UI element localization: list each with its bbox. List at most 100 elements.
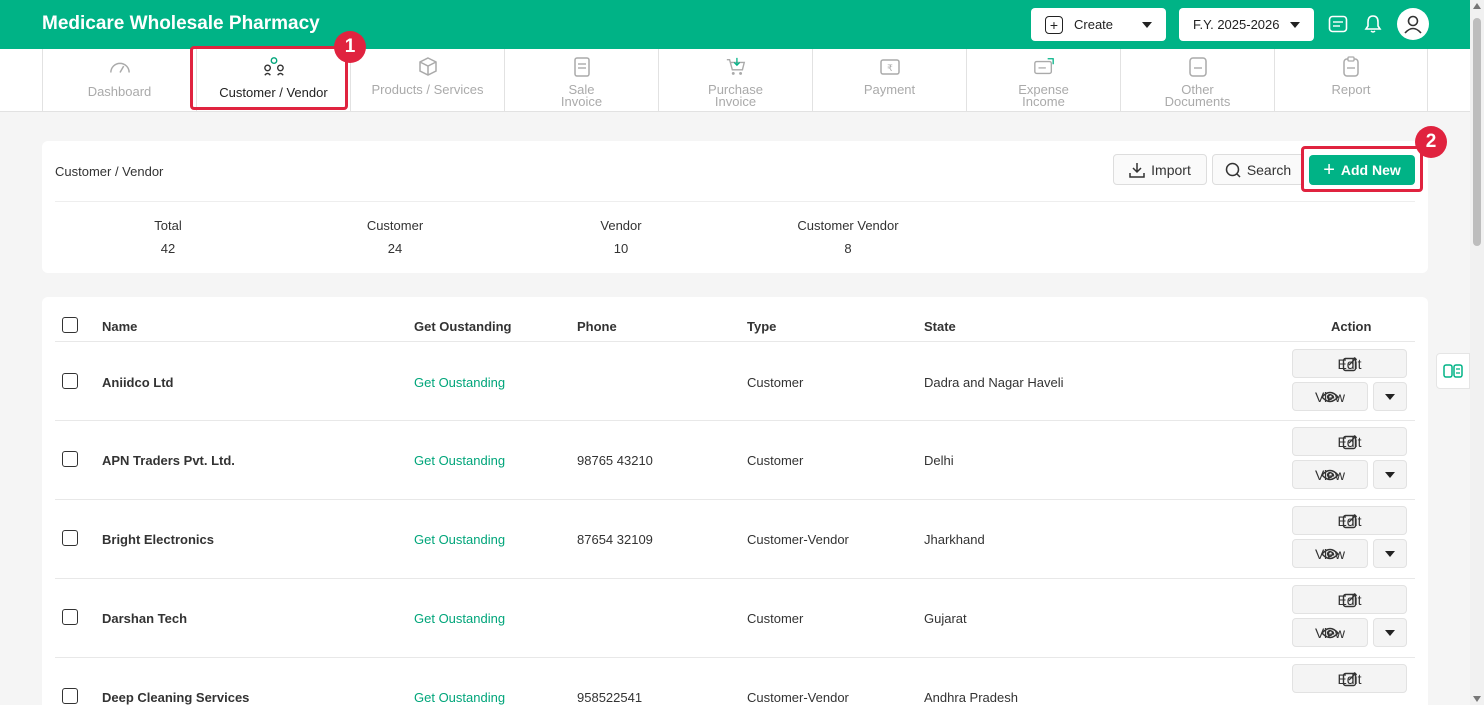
tab-label: Payment xyxy=(863,82,916,97)
search-button[interactable]: Search xyxy=(1212,154,1304,185)
tab-dashboard[interactable]: Dashboard xyxy=(42,49,196,111)
stat-label: Total xyxy=(154,218,182,233)
chevron-down-icon xyxy=(1385,393,1395,400)
tab-other-documents[interactable]: Other Documents xyxy=(1120,49,1274,111)
tab-purchase-invoice[interactable]: Purchase Invoice xyxy=(658,49,812,111)
row-state: Jharkhand xyxy=(924,532,985,547)
annotation-highlight-2 xyxy=(1301,146,1423,192)
table-row: APN Traders Pvt. Ltd. Get Oustanding 987… xyxy=(55,421,1415,500)
create-dropdown[interactable]: + Create xyxy=(1031,8,1166,41)
row-type: Customer-Vendor xyxy=(747,532,849,547)
row-state: Gujarat xyxy=(924,611,967,626)
view-label: View xyxy=(1314,466,1346,483)
scroll-thumb[interactable] xyxy=(1473,18,1481,246)
chat-icon[interactable] xyxy=(1327,12,1349,36)
select-all-checkbox[interactable] xyxy=(62,317,78,333)
view-button[interactable]: View xyxy=(1292,460,1368,489)
stat-label: Customer Vendor xyxy=(797,218,899,233)
row-checkbox[interactable] xyxy=(62,451,78,467)
get-outstanding-link[interactable]: Get Oustanding xyxy=(414,690,505,705)
row-phone: 87654 32109 xyxy=(577,532,653,547)
get-outstanding-link[interactable]: Get Oustanding xyxy=(414,375,505,390)
user-avatar[interactable] xyxy=(1397,8,1429,40)
svg-text:₹: ₹ xyxy=(887,64,893,74)
column-header-type: Type xyxy=(747,319,777,334)
row-checkbox[interactable] xyxy=(62,688,78,704)
report-icon xyxy=(1340,56,1362,78)
row-type: Customer-Vendor xyxy=(747,690,849,705)
row-name: Darshan Tech xyxy=(102,611,188,626)
tab-label-line2: Income xyxy=(1022,94,1065,109)
view-label: View xyxy=(1314,624,1346,641)
annotation-highlight-1 xyxy=(190,46,348,110)
row-state: Andhra Pradesh xyxy=(924,690,1018,705)
row-name: Deep Cleaning Services xyxy=(102,690,250,705)
tab-expense-income[interactable]: Expense Income xyxy=(966,49,1120,111)
tab-payment[interactable]: ₹ Payment xyxy=(812,49,966,111)
row-type: Customer xyxy=(747,611,804,626)
page-scrollbar[interactable] xyxy=(1470,0,1484,705)
tab-label-line2: Invoice xyxy=(714,94,757,109)
stat-label: Vendor xyxy=(600,218,642,233)
tab-sale-invoice[interactable]: Sale Invoice xyxy=(504,49,658,111)
view-button[interactable]: View xyxy=(1292,539,1368,568)
edit-button[interactable]: Edit xyxy=(1292,427,1407,456)
table-row: Bright Electronics Get Oustanding 87654 … xyxy=(55,500,1415,579)
chevron-down-icon xyxy=(1385,629,1395,636)
stat-value: 8 xyxy=(844,241,852,256)
fiscal-year-dropdown[interactable]: F.Y. 2025-2026 xyxy=(1179,8,1314,41)
column-header-action: Action xyxy=(1331,319,1372,334)
row-checkbox[interactable] xyxy=(62,609,78,625)
edit-button[interactable]: Edit xyxy=(1292,664,1407,693)
top-header: Medicare Wholesale Pharmacy + Create F.Y… xyxy=(0,0,1470,49)
floating-calculator-icon[interactable] xyxy=(1436,353,1470,389)
edit-button[interactable]: Edit xyxy=(1292,349,1407,378)
view-label: View xyxy=(1314,388,1346,405)
row-name: Bright Electronics xyxy=(102,532,214,547)
more-actions-dropdown[interactable] xyxy=(1373,618,1407,647)
more-actions-dropdown[interactable] xyxy=(1373,539,1407,568)
edit-label: Edit xyxy=(1337,670,1362,687)
edit-label: Edit xyxy=(1337,433,1362,450)
annotation-badge-2: 2 xyxy=(1415,126,1447,158)
stat-total: Total 42 xyxy=(78,218,258,256)
column-header-state: State xyxy=(924,319,956,334)
stat-value: 42 xyxy=(160,241,176,256)
chevron-down-icon xyxy=(1290,22,1300,28)
row-state: Dadra and Nagar Haveli xyxy=(924,375,1064,390)
chevron-down-icon xyxy=(1142,22,1152,28)
row-checkbox[interactable] xyxy=(62,373,78,389)
scroll-down-arrow[interactable] xyxy=(1473,696,1481,702)
row-type: Customer xyxy=(747,453,804,468)
bell-icon[interactable] xyxy=(1362,12,1384,36)
get-outstanding-link[interactable]: Get Oustanding xyxy=(414,532,505,547)
stat-vendor: Vendor 10 xyxy=(531,218,711,256)
tab-report[interactable]: Report xyxy=(1274,49,1428,111)
import-button[interactable]: Import xyxy=(1113,154,1207,185)
edit-label: Edit xyxy=(1337,355,1362,372)
annotation-badge-1: 1 xyxy=(334,31,366,63)
tab-products-services[interactable]: Products / Services xyxy=(350,49,504,111)
divider xyxy=(55,201,1415,202)
tab-label: Dashboard xyxy=(87,84,152,99)
more-actions-dropdown[interactable] xyxy=(1373,382,1407,411)
create-label: Create xyxy=(1074,17,1114,32)
chevron-down-icon xyxy=(1385,550,1395,557)
import-label: Import xyxy=(1151,161,1191,178)
edit-button[interactable]: Edit xyxy=(1292,585,1407,614)
document-icon xyxy=(1187,56,1209,78)
row-checkbox[interactable] xyxy=(62,530,78,546)
row-name: Aniidco Ltd xyxy=(102,375,174,390)
view-button[interactable]: View xyxy=(1292,618,1368,647)
more-actions-dropdown[interactable] xyxy=(1373,460,1407,489)
scroll-up-arrow[interactable] xyxy=(1473,3,1481,9)
get-outstanding-link[interactable]: Get Oustanding xyxy=(414,611,505,626)
get-outstanding-link[interactable]: Get Oustanding xyxy=(414,453,505,468)
edit-button[interactable]: Edit xyxy=(1292,506,1407,535)
column-header-phone: Phone xyxy=(577,319,617,334)
fiscal-year-label: F.Y. 2025-2026 xyxy=(1193,17,1280,32)
edit-label: Edit xyxy=(1337,512,1362,529)
row-type: Customer xyxy=(747,375,804,390)
stat-customer-vendor: Customer Vendor 8 xyxy=(758,218,938,256)
view-button[interactable]: View xyxy=(1292,382,1368,411)
